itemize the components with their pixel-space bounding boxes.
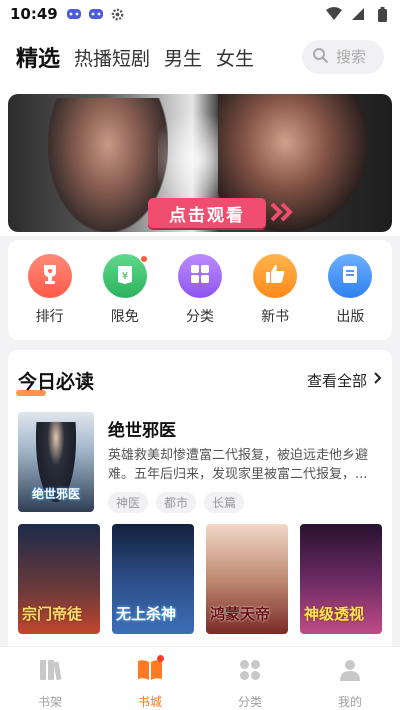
status-time: 10:49 <box>10 5 58 23</box>
quick-entry-label: 排行 <box>35 309 64 325</box>
tab-featured[interactable]: 精选 <box>16 41 60 73</box>
book-tag[interactable]: 都市 <box>156 492 197 513</box>
book-cover[interactable]: 绝世邪医 <box>18 412 94 512</box>
bottom-nav-profile[interactable]: 我的 <box>315 657 385 710</box>
quick-entry-label: 出版 <box>336 309 365 325</box>
quick-entry-label: 分类 <box>185 309 214 325</box>
quick-entry-card: 排行 ¥ 限免 分类 新书 出版 <box>8 240 392 340</box>
thumbs-up-icon <box>264 263 286 289</box>
quick-entry-circle: ¥ <box>102 254 148 298</box>
search-input[interactable] <box>336 48 376 66</box>
wifi-icon <box>326 6 342 22</box>
top-nav: 精选 热播短剧 男生 女生 <box>0 28 400 86</box>
tab-male[interactable]: 男生 <box>164 44 202 71</box>
banner-arrow-icon <box>270 202 298 224</box>
bottom-nav-bookshelf[interactable]: 书架 <box>15 657 85 710</box>
bottom-nav: 书架 书城 分类 我的 <box>0 646 400 710</box>
trophy-icon <box>38 262 62 290</box>
cover-title: 宗门帝徒 <box>22 605 83 623</box>
notification-dot <box>157 655 164 662</box>
section-header: 今日必读 查看全部 <box>16 366 382 396</box>
bookshelf-icon <box>37 657 63 687</box>
quick-entry-circle <box>27 254 72 298</box>
quick-entry-circle <box>177 254 222 298</box>
book-cover[interactable]: 无上杀神 <box>112 524 194 634</box>
price-tag-icon: ¥ <box>114 262 136 290</box>
today-must-read-card: 今日必读 查看全部 绝世邪医 绝世邪医 英雄救美却惨遭富二代报复，被迫远走他乡避… <box>8 350 392 650</box>
quick-entry-circle <box>253 254 298 298</box>
book-icon <box>339 263 361 289</box>
cover-title: 无上杀神 <box>116 605 177 623</box>
status-bar: 10:49 <box>0 0 400 28</box>
view-all-link[interactable]: 查看全部 <box>307 370 382 391</box>
status-icons-right <box>326 6 390 22</box>
tab-short-drama[interactable]: 热播短剧 <box>74 44 150 71</box>
status-icons-left <box>66 6 126 22</box>
signal-icon <box>350 6 366 22</box>
bottom-nav-label: 书城 <box>137 695 162 709</box>
book-cover-row: 宗门帝徒 无上杀神 鸿蒙天帝 神级透视 <box>18 524 382 634</box>
gamepad-icon <box>88 6 104 22</box>
view-all-label: 查看全部 <box>306 371 367 390</box>
book-cover[interactable]: 鸿蒙天帝 <box>206 524 288 634</box>
book-tag[interactable]: 长篇 <box>204 492 245 513</box>
book-description: 英雄救美却惨遭富二代报复，被迫远走他乡避难。五年后归来，发现家里被富二代报复，.… <box>108 448 369 482</box>
quick-entry-publishing[interactable]: 出版 <box>320 254 380 326</box>
bottom-nav-label: 分类 <box>237 695 262 709</box>
quick-entry-circle <box>328 254 373 298</box>
bottom-nav-label: 书架 <box>37 695 62 709</box>
gear-icon <box>110 6 126 22</box>
book-title: 绝世邪医 <box>108 421 176 441</box>
svg-text:¥: ¥ <box>122 271 128 282</box>
banner-cta-button[interactable]: 点击观看 <box>148 198 266 228</box>
cover-title: 绝世邪医 <box>31 487 80 501</box>
quick-entry-label: 新书 <box>261 309 290 325</box>
book-tags: 神医 都市 长篇 <box>108 492 245 513</box>
notification-dot <box>139 255 148 263</box>
quick-entry-new-books[interactable]: 新书 <box>245 254 305 326</box>
banner-image[interactable]: 点击观看 <box>8 94 392 232</box>
cover-title: 鸿蒙天帝 <box>210 605 271 623</box>
quick-entry-label: 限免 <box>110 309 139 325</box>
quick-entry-free[interactable]: ¥ 限免 <box>95 254 155 326</box>
battery-icon <box>374 6 390 22</box>
grid-icon <box>189 263 211 289</box>
cover-title: 神级透视 <box>304 605 365 623</box>
person-icon <box>337 657 363 687</box>
quick-entry-category[interactable]: 分类 <box>170 254 230 326</box>
section-title-text: 今日必读 <box>18 370 95 393</box>
banner-section: 点击观看 <box>0 86 400 236</box>
gamepad-icon <box>66 6 82 22</box>
quick-entry-ranking[interactable]: 排行 <box>20 254 80 326</box>
bottom-nav-category[interactable]: 分类 <box>215 657 285 710</box>
search-box[interactable] <box>302 40 384 74</box>
bottom-nav-bookstore[interactable]: 书城 <box>115 655 185 710</box>
grid-icon <box>237 657 263 687</box>
book-cover[interactable]: 神级透视 <box>300 524 382 634</box>
book-cover[interactable]: 宗门帝徒 <box>18 524 100 634</box>
chevron-right-icon <box>373 371 382 389</box>
featured-book[interactable]: 绝世邪医 绝世邪医 英雄救美却惨遭富二代报复，被迫远走他乡避难。五年后归来，发现… <box>16 412 384 514</box>
tab-female[interactable]: 女生 <box>216 44 254 71</box>
bottom-nav-label: 我的 <box>337 695 362 709</box>
search-icon <box>312 47 328 67</box>
section-title: 今日必读 <box>16 367 95 396</box>
book-tag[interactable]: 神医 <box>108 492 149 513</box>
